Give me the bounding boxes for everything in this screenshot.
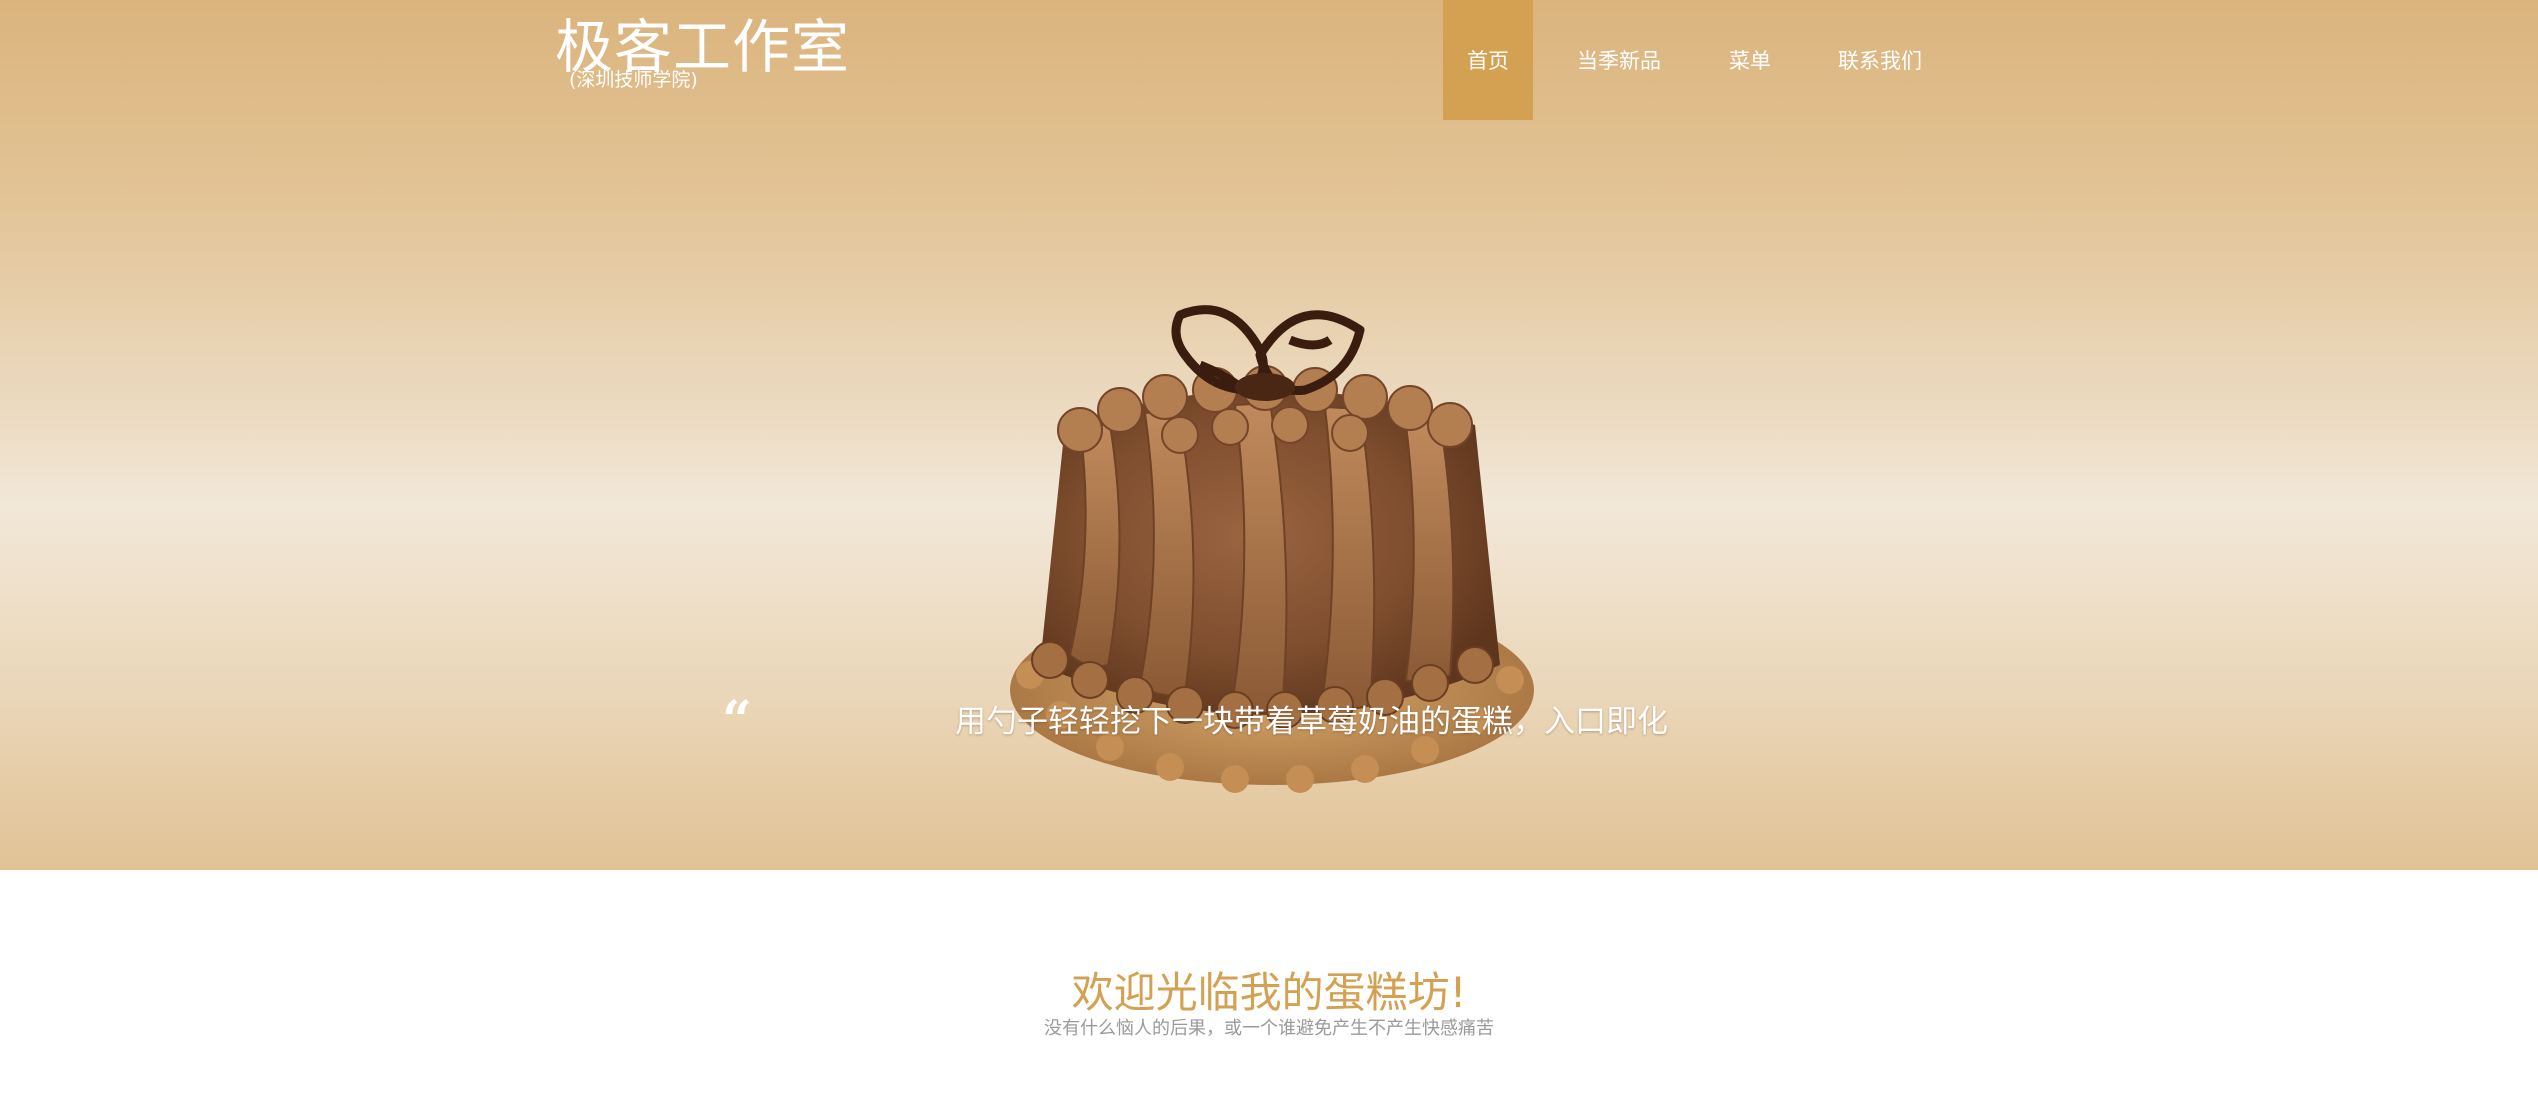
quote-icon: “ bbox=[722, 690, 752, 751]
nav-item-contact[interactable]: 联系我们 bbox=[1795, 0, 1965, 120]
nav-item-menu[interactable]: 菜单 bbox=[1705, 0, 1795, 120]
brand-subtitle: (深圳技师学院) bbox=[569, 69, 698, 91]
main-nav: 首页 当季新品 菜单 联系我们 bbox=[1443, 0, 1965, 120]
welcome-section: 欢迎光临我的蛋糕坊! 没有什么恼人的后果，或一个谁避免产生不产生快感痛苦 bbox=[0, 870, 2538, 1093]
nav-item-new-arrivals[interactable]: 当季新品 bbox=[1533, 0, 1705, 120]
welcome-title: 欢迎光临我的蛋糕坊! bbox=[1071, 968, 1467, 1017]
nav-item-home[interactable]: 首页 bbox=[1443, 0, 1533, 120]
hero-banner: 极客工作室 (深圳技师学院) 首页 当季新品 菜单 联系我们 “ 用勺子轻轻挖下… bbox=[0, 0, 2538, 870]
brand-logo[interactable]: 极客工作室 (深圳技师学院) bbox=[555, 12, 850, 91]
welcome-subtitle: 没有什么恼人的后果，或一个谁避免产生不产生快感痛苦 bbox=[1044, 1018, 1494, 1039]
hero-quote-text: 用勺子轻轻挖下一块带着草莓奶油的蛋糕，入口即化 bbox=[955, 704, 1668, 740]
page: 极客工作室 (深圳技师学院) 首页 当季新品 菜单 联系我们 “ 用勺子轻轻挖下… bbox=[0, 0, 2538, 1093]
